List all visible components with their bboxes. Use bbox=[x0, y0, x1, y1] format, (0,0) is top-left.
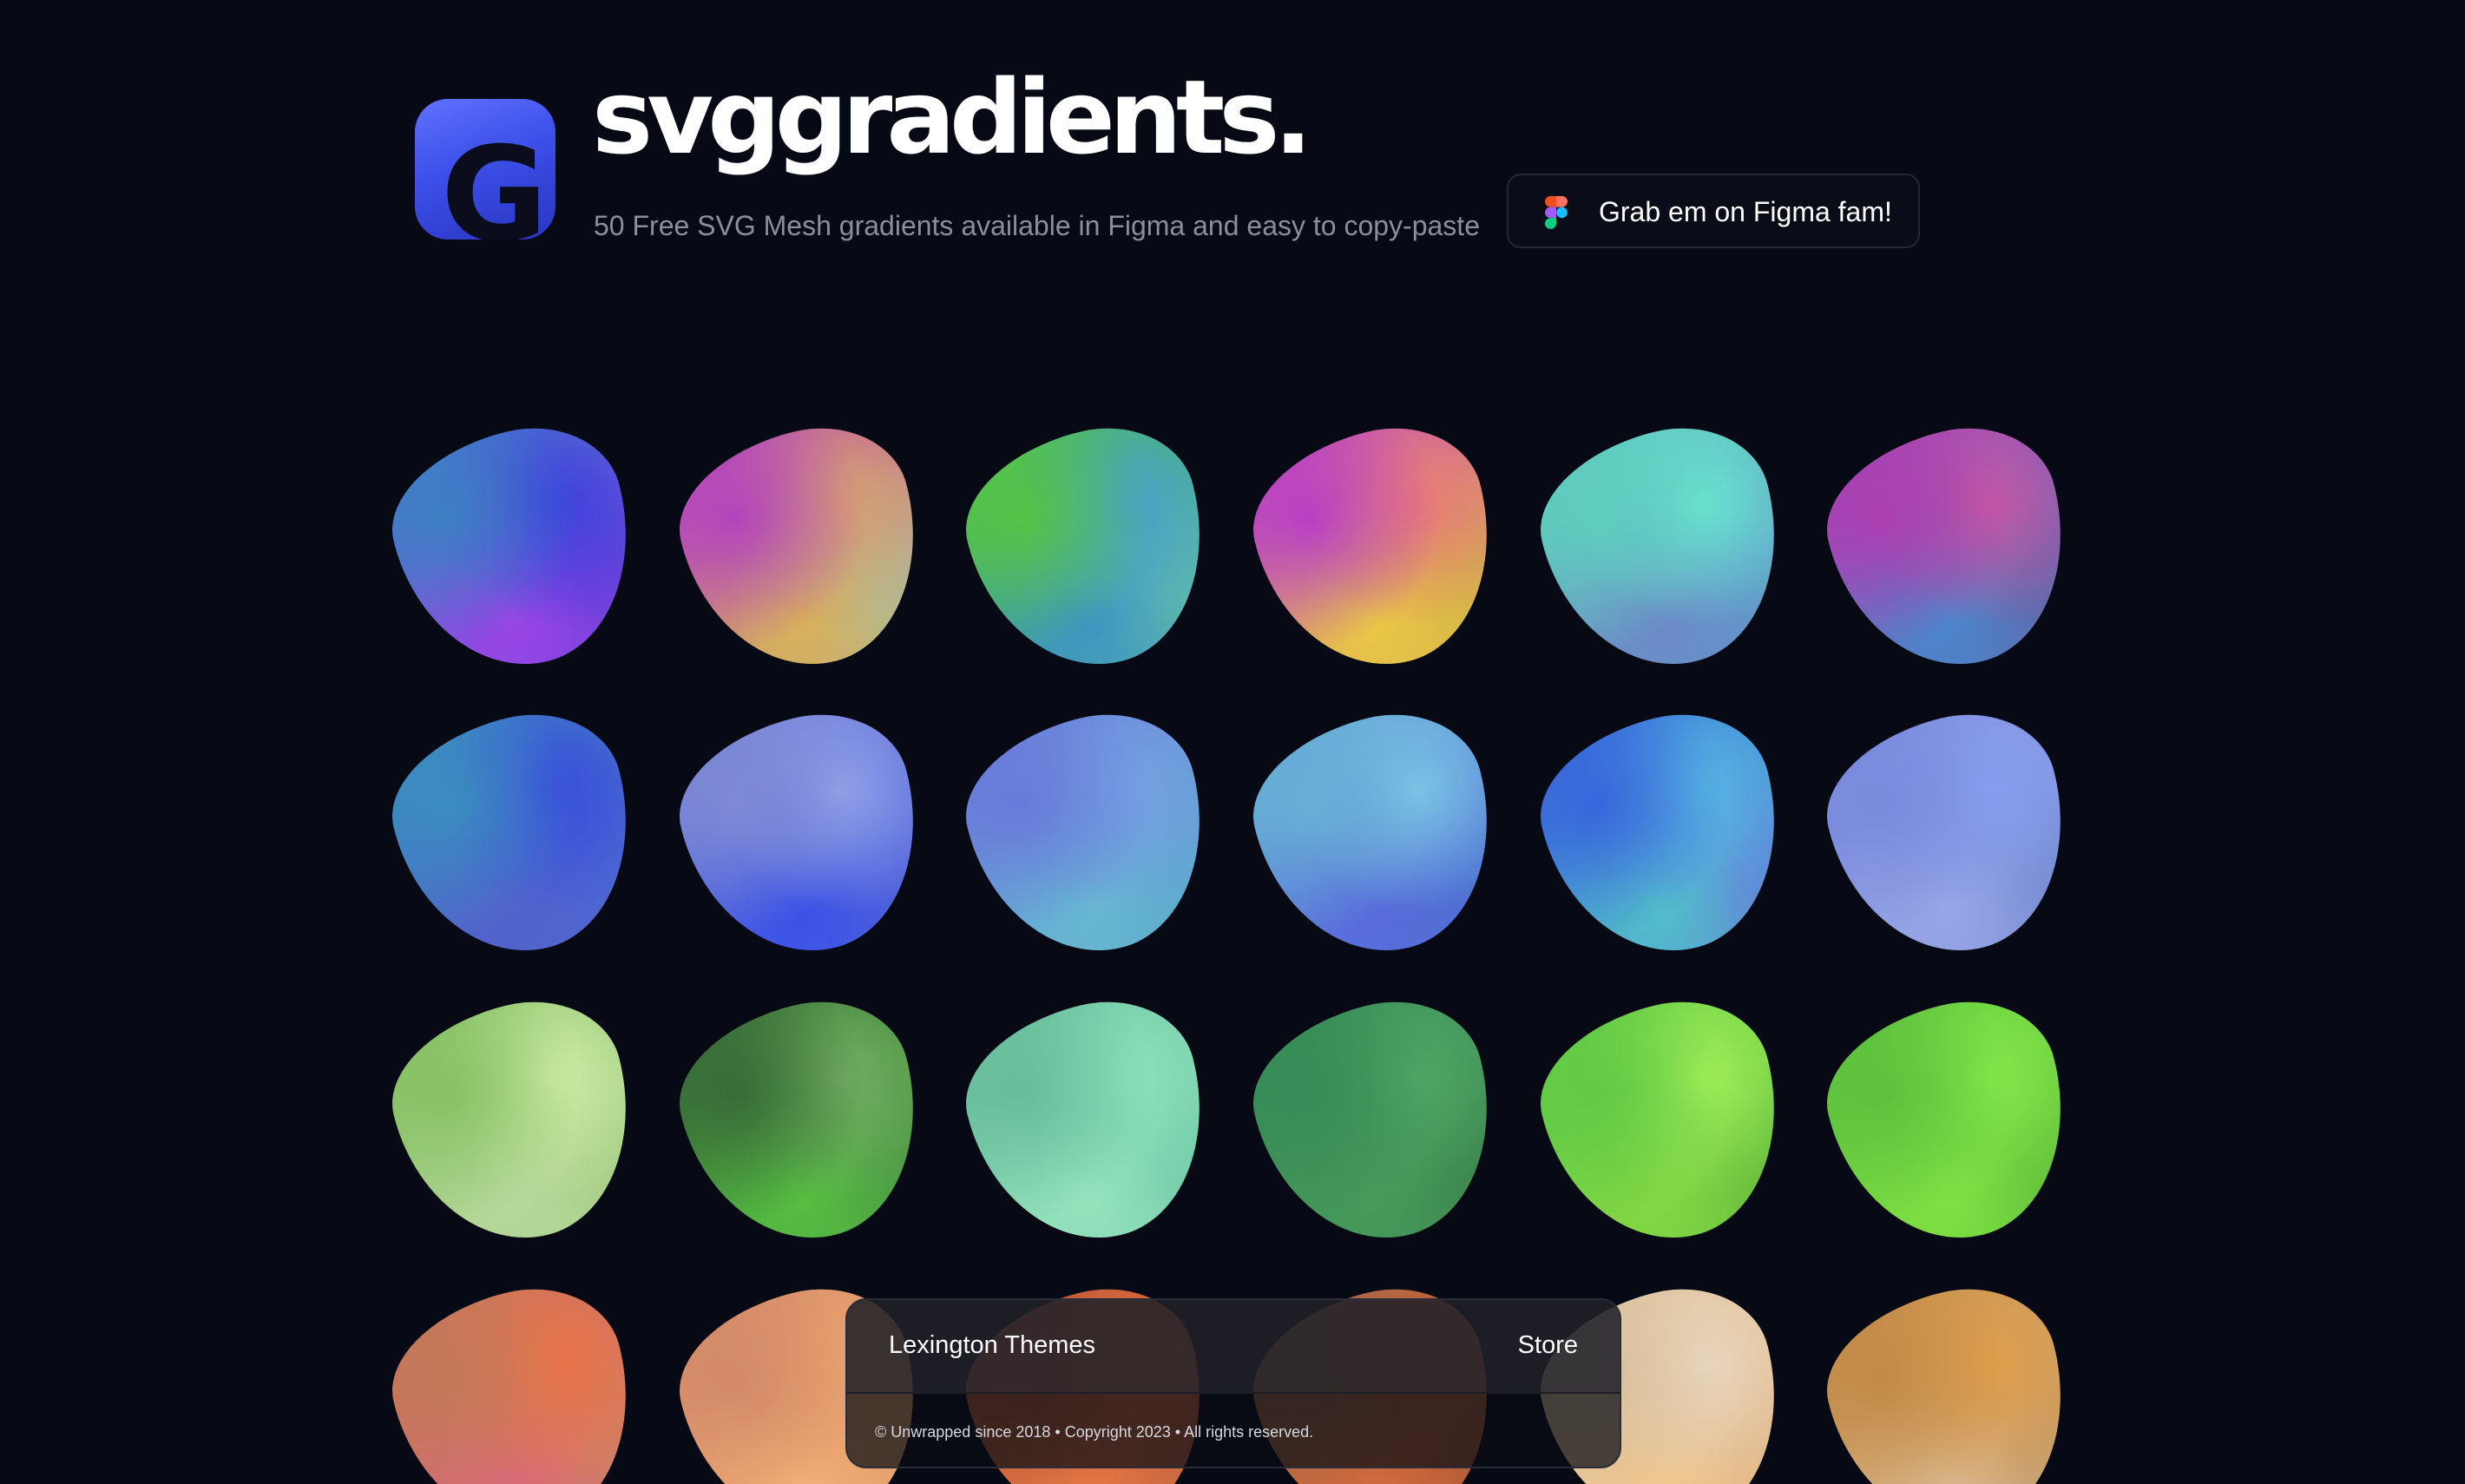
gradient-swatch[interactable] bbox=[1235, 982, 1518, 1264]
logo-letter: G bbox=[441, 120, 548, 240]
footer-store-link[interactable]: Store bbox=[1518, 1330, 1578, 1361]
footer-brand-link[interactable]: Lexington Themes bbox=[889, 1330, 1095, 1361]
gradient-swatch[interactable] bbox=[661, 982, 944, 1264]
site-title: svggradients. bbox=[592, 57, 1312, 177]
footer-copyright: © Unwrapped since 2018 • Copyright 2023 … bbox=[875, 1423, 1314, 1441]
gradient-swatch[interactable] bbox=[1809, 694, 2092, 977]
gradient-swatch[interactable] bbox=[948, 982, 1231, 1264]
gradient-swatch[interactable] bbox=[374, 1269, 657, 1484]
figma-button-label: Grab em on Figma fam! bbox=[1599, 196, 1892, 227]
gradient-swatch[interactable] bbox=[1522, 694, 1805, 977]
gradient-swatch[interactable] bbox=[948, 408, 1231, 691]
gradient-swatch[interactable] bbox=[1522, 408, 1805, 691]
page: G svggradients. 50 Free SVG Mesh gradien… bbox=[0, 0, 2465, 1484]
gradient-swatch[interactable] bbox=[1809, 1269, 2092, 1484]
site-logo[interactable]: G bbox=[415, 99, 555, 240]
gradient-swatch[interactable] bbox=[374, 408, 657, 691]
gradient-swatch[interactable] bbox=[661, 694, 944, 977]
figma-icon bbox=[1545, 196, 1568, 229]
footer-nav: Lexington Themes Store bbox=[847, 1300, 1620, 1394]
gradient-swatch[interactable] bbox=[661, 408, 944, 691]
figma-link-button[interactable]: Grab em on Figma fam! bbox=[1507, 174, 1920, 248]
gradient-swatch[interactable] bbox=[1522, 982, 1805, 1264]
gradient-swatch[interactable] bbox=[1235, 694, 1518, 977]
site-subtitle: 50 Free SVG Mesh gradients available in … bbox=[594, 210, 1480, 241]
gradient-swatch[interactable] bbox=[374, 982, 657, 1264]
gradient-swatch[interactable] bbox=[948, 694, 1231, 977]
gradient-swatch[interactable] bbox=[374, 694, 657, 977]
footer-bar: Lexington Themes Store © Unwrapped since… bbox=[845, 1298, 1621, 1468]
gradient-swatch[interactable] bbox=[1809, 408, 2092, 691]
gradient-swatch[interactable] bbox=[1235, 408, 1518, 691]
gradient-swatch[interactable] bbox=[1809, 982, 2092, 1264]
